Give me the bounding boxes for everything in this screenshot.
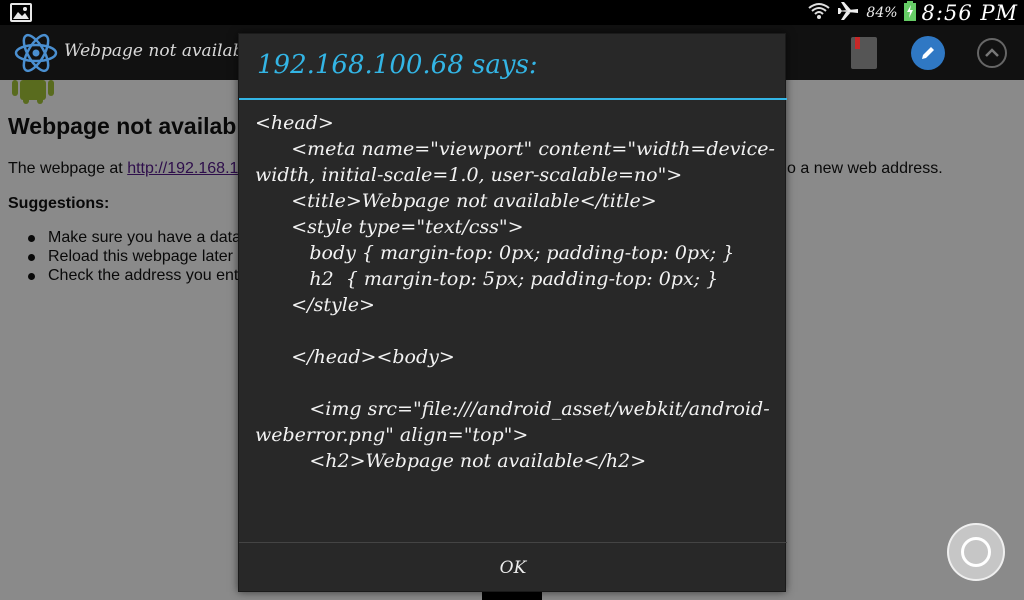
status-bar: 84% 8:56 PM [0, 0, 1024, 25]
scroll-up-button[interactable] [977, 38, 1007, 68]
action-bar-title: Webpage not availabl [64, 41, 250, 61]
dialog-title: 192.168.100.68 says: [257, 50, 538, 80]
bottom-handle [482, 592, 542, 600]
app-logo-icon[interactable] [14, 32, 58, 78]
dialog-button-bar: OK [239, 542, 787, 593]
chevron-up-icon [985, 48, 999, 57]
status-icons: 84% 8:56 PM [808, 0, 1018, 25]
pencil-icon [922, 47, 934, 59]
ok-button[interactable]: OK [239, 543, 787, 593]
battery-percent: 84% [866, 4, 898, 21]
battery-charging-icon [903, 0, 916, 25]
gallery-notification-icon [10, 3, 32, 22]
assistive-touch-button[interactable] [947, 523, 1005, 581]
bookmark-button[interactable] [851, 37, 877, 69]
edit-button[interactable] [911, 36, 945, 70]
alert-dialog: 192.168.100.68 says: <head> <meta name="… [238, 33, 787, 593]
status-clock: 8:56 PM [921, 0, 1018, 25]
dialog-divider [239, 98, 787, 100]
wifi-icon [808, 2, 831, 24]
dialog-message-text: <head> <meta name="viewport" content="wi… [255, 112, 775, 472]
airplane-mode-icon [836, 1, 860, 25]
dialog-message[interactable]: <head> <meta name="viewport" content="wi… [255, 110, 777, 542]
